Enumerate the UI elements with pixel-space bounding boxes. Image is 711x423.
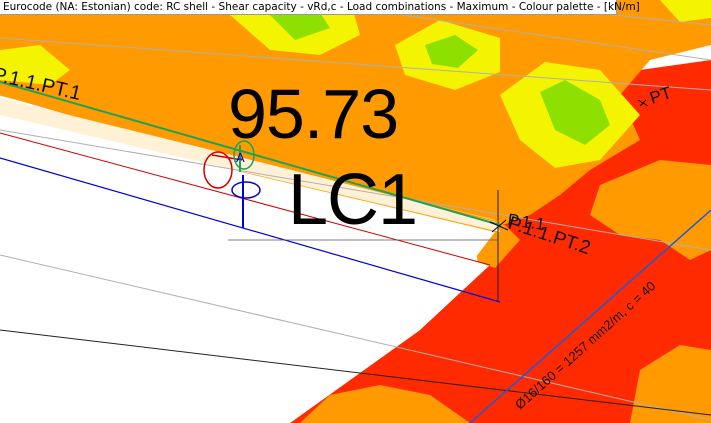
result-value: 95.73: [228, 75, 399, 153]
result-caption-bar: Eurocode (NA: Estonian) code: RC shell -…: [0, 0, 640, 15]
model-viewport[interactable]: P.1.1.PT.1 P.1.1.PT.2 P.1.1 PT A Ø16/160…: [0, 0, 711, 423]
load-case-label: LC1: [288, 160, 418, 240]
result-caption: Eurocode (NA: Estonian) code: RC shell -…: [3, 1, 640, 13]
